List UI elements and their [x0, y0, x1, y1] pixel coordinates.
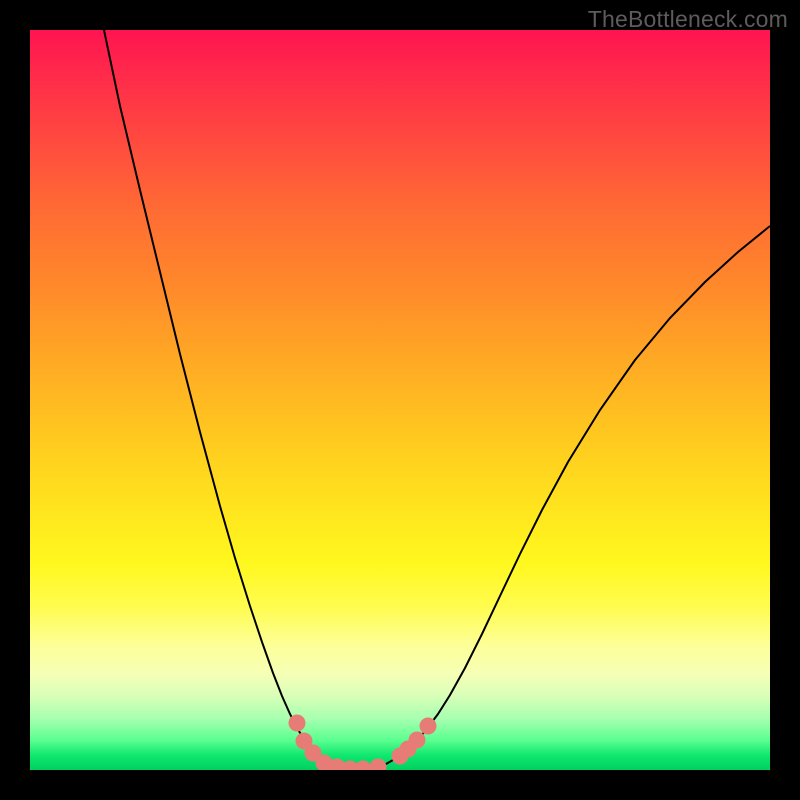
bottleneck-curve-svg [30, 30, 770, 770]
watermark-label: TheBottleneck.com [588, 6, 788, 33]
curve-marker [355, 761, 372, 771]
curve-marker [370, 759, 387, 771]
curve-marker [420, 718, 437, 735]
chart-frame: TheBottleneck.com [0, 0, 800, 800]
bottleneck-curve [104, 30, 770, 769]
curve-marker [409, 732, 426, 749]
chart-plot-area [30, 30, 770, 770]
curve-markers [289, 715, 437, 771]
curve-marker [289, 715, 306, 732]
